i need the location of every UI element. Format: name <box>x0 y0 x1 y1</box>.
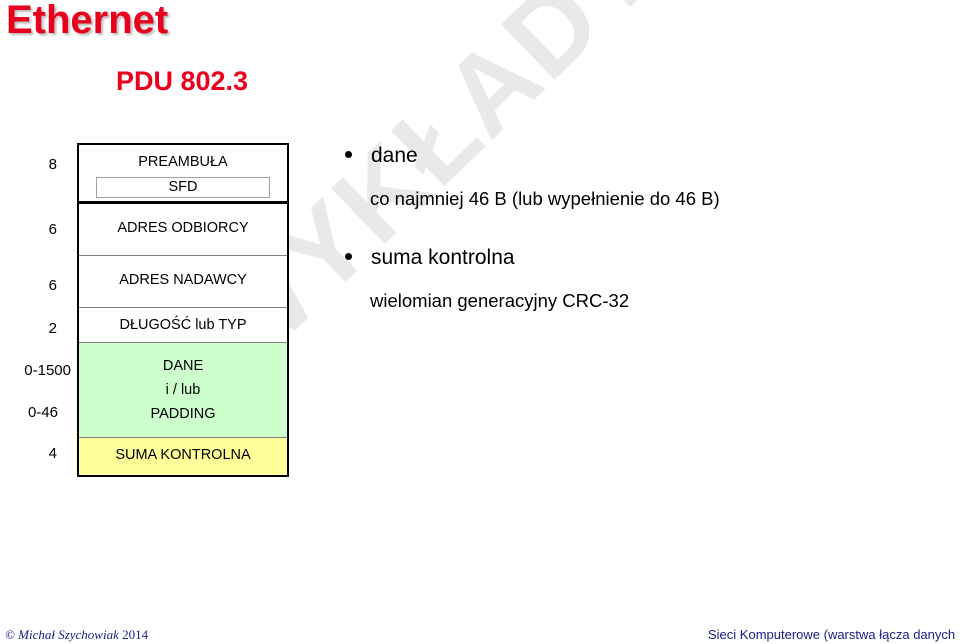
size-label-data: 0-1500 <box>24 362 71 379</box>
length-type-label: DŁUGOŚĆ lub TYP <box>119 317 247 333</box>
src-address-label: ADRES NADAWCY <box>119 272 247 288</box>
note-checksum-title: suma kontrolna <box>371 246 515 269</box>
bullet-icon <box>345 150 352 158</box>
checksum-label: SUMA KONTROLNA <box>115 447 251 463</box>
footer-author: © Michał Szychowiak 2014 <box>5 627 148 643</box>
slide-subtitle: PDU 802.3 <box>116 66 249 96</box>
note-checksum-detail: wielomian generacyjny CRC-32 <box>370 290 630 311</box>
note-data-detail: co najmniej 46 B (lub wypełnienie do 46 … <box>370 188 720 209</box>
slide-title: Ethernet <box>6 0 169 42</box>
data-label-line-1: DANE <box>162 358 204 374</box>
ethernet-frame-diagram: PREAMBUŁA SFD ADRES ODBIORCY ADRES NADAW… <box>77 143 289 477</box>
note-data-title: dane <box>371 144 418 167</box>
data-label-line-2: i / lub <box>165 382 201 398</box>
footer-course: Sieci Komputerowe (warstwa łącza danych … <box>708 627 960 643</box>
size-label-src-address: 6 <box>48 277 57 294</box>
size-label-padding: 0-46 <box>27 404 58 421</box>
size-label-dest-address: 6 <box>48 221 57 238</box>
frame-field-src-address: ADRES NADAWCY <box>79 256 287 308</box>
note-bullet-data: dane <box>345 144 418 168</box>
bullet-icon <box>345 252 352 260</box>
course-name: Sieci Komputerowe (warstwa łącza danych <box>708 627 956 642</box>
frame-field-data: DANE i / lub PADDING <box>79 343 287 438</box>
frame-field-preamble: PREAMBUŁA SFD <box>79 145 287 204</box>
size-label-length-type: 2 <box>48 320 57 337</box>
data-label-line-3: PADDING <box>150 406 216 422</box>
size-label-checksum: 4 <box>48 445 57 462</box>
author-name: © Michał Szychowiak <box>5 627 119 642</box>
footer-year: 2014 <box>122 627 149 642</box>
frame-field-length-type: DŁUGOŚĆ lub TYP <box>79 308 287 343</box>
dest-address-label: ADRES ODBIORCY <box>117 220 249 236</box>
size-label-preamble: 8 <box>48 156 57 173</box>
note-bullet-checksum: suma kontrolna <box>345 246 515 270</box>
frame-field-checksum: SUMA KONTROLNA <box>79 438 287 475</box>
frame-field-dest-address: ADRES ODBIORCY <box>79 204 287 256</box>
frame-field-sfd: SFD <box>96 177 270 198</box>
preamble-label: PREAMBUŁA <box>138 154 228 170</box>
